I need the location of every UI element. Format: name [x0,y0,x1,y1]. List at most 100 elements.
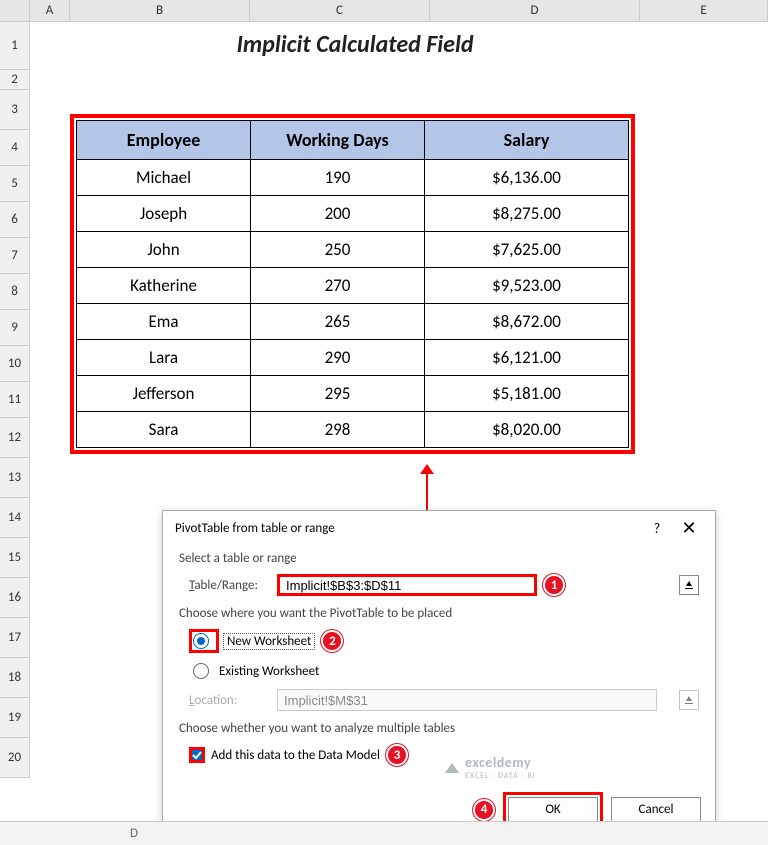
row-header-6[interactable]: 6 [0,202,30,238]
header-working-days[interactable]: Working Days [251,121,425,160]
collapse-dialog-icon [683,694,695,706]
page-title: Implicit Calculated Field [70,30,640,59]
row-header-9[interactable]: 9 [0,310,30,346]
annotation-badge-3: 3 [386,744,408,766]
header-employee[interactable]: Employee [77,121,251,160]
table-range-label: Table/Range: [189,578,277,593]
row-header-2[interactable]: 2 [0,70,30,90]
cell[interactable]: 190 [251,160,425,196]
row-header-17[interactable]: 17 [0,618,30,658]
cell[interactable]: Lara [77,340,251,376]
pivottable-dialog: PivotTable from table or range ? ✕ Selec… [162,510,716,840]
col-header-B[interactable]: B [70,0,250,21]
cell[interactable]: $8,020.00 [425,412,629,448]
row-header-13[interactable]: 13 [0,458,30,498]
row-header-11[interactable]: 11 [0,382,30,418]
col-header-C[interactable]: C [250,0,430,21]
sheet-tab[interactable]: D [130,826,138,841]
location-picker-button [679,690,699,710]
cell[interactable]: $8,672.00 [425,304,629,340]
col-header-D[interactable]: D [430,0,640,21]
table-row[interactable]: Sara298$8,020.00 [77,412,629,448]
spreadsheet-area[interactable]: Implicit Calculated Field Employee Worki… [30,22,768,778]
radio-existing-worksheet-label: Existing Worksheet [219,664,319,679]
section-select-range: Select a table or range [179,551,699,566]
cell[interactable]: Michael [77,160,251,196]
table-row[interactable]: Joseph200$8,275.00 [77,196,629,232]
row-header-5[interactable]: 5 [0,166,30,202]
cell[interactable]: John [77,232,251,268]
ok-button[interactable]: OK [508,797,598,822]
row-header-12[interactable]: 12 [0,418,30,458]
row-header-18[interactable]: 18 [0,658,30,698]
cell[interactable]: Joseph [77,196,251,232]
column-headers: A B C D E [0,0,768,22]
watermark: exceldemyEXCEL · DATA · BI [443,754,536,781]
radio-existing-worksheet[interactable]: Existing Worksheet [189,659,699,683]
cell[interactable]: 298 [251,412,425,448]
row-header-1[interactable]: 1 [0,22,30,70]
help-button[interactable]: ? [643,520,671,537]
cell[interactable]: Ema [77,304,251,340]
row-header-4[interactable]: 4 [0,130,30,166]
annotation-badge-2: 2 [321,630,343,652]
watermark-icon [443,759,461,777]
row-header-3[interactable]: 3 [0,90,30,130]
table-row[interactable]: Michael190$6,136.00 [77,160,629,196]
cell[interactable]: 270 [251,268,425,304]
cell[interactable]: 200 [251,196,425,232]
location-input [277,689,657,711]
row-header-15[interactable]: 15 [0,538,30,578]
row-header-7[interactable]: 7 [0,238,30,274]
close-button[interactable]: ✕ [671,517,707,539]
cell[interactable]: $5,181.00 [425,376,629,412]
cell[interactable]: 290 [251,340,425,376]
row-header-10[interactable]: 10 [0,346,30,382]
table-range-input[interactable] [277,574,537,596]
row-header-20[interactable]: 20 [0,738,30,778]
location-label: Location: [189,693,277,708]
sheet-tab-bar[interactable]: D [0,821,768,845]
table-row[interactable]: Jefferson295$5,181.00 [77,376,629,412]
range-picker-button[interactable] [679,575,699,595]
radio-new-worksheet[interactable]: New Worksheet 2 [189,629,699,653]
annotation-arrow-head [420,464,434,474]
checkbox-data-model-label: Add this data to the Data Model [211,748,380,763]
table-row[interactable]: John250$7,625.00 [77,232,629,268]
cell[interactable]: 295 [251,376,425,412]
table-row[interactable]: Lara290$6,121.00 [77,340,629,376]
checkbox-icon [189,747,205,763]
row-headers: 1 2 3 4 5 6 7 8 9 10 11 12 13 14 15 16 1… [0,22,30,778]
row-header-14[interactable]: 14 [0,498,30,538]
cell[interactable]: 250 [251,232,425,268]
annotation-badge-4: 4 [473,799,495,821]
cell[interactable]: 265 [251,304,425,340]
row-header-8[interactable]: 8 [0,274,30,310]
row-header-16[interactable]: 16 [0,578,30,618]
table-row[interactable]: Ema265$8,672.00 [77,304,629,340]
cell[interactable]: $8,275.00 [425,196,629,232]
annotation-badge-1: 1 [543,574,565,596]
table-header-row: Employee Working Days Salary [77,121,629,160]
cell[interactable]: $7,625.00 [425,232,629,268]
cell[interactable]: Sara [77,412,251,448]
cell[interactable]: $9,523.00 [425,268,629,304]
col-header-A[interactable]: A [30,0,70,21]
row-header-19[interactable]: 19 [0,698,30,738]
employee-table: Employee Working Days Salary Michael190$… [76,120,629,448]
dialog-titlebar[interactable]: PivotTable from table or range ? ✕ [163,511,715,545]
cell[interactable]: Jefferson [77,376,251,412]
data-selection-highlight: Employee Working Days Salary Michael190$… [70,114,635,454]
table-row[interactable]: Katherine270$9,523.00 [77,268,629,304]
section-placement: Choose where you want the PivotTable to … [179,606,699,621]
col-header-E[interactable]: E [640,0,768,21]
cell[interactable]: Katherine [77,268,251,304]
cell[interactable]: $6,121.00 [425,340,629,376]
dialog-title-text: PivotTable from table or range [175,521,643,536]
header-salary[interactable]: Salary [425,121,629,160]
select-all-corner[interactable] [0,0,30,21]
cell[interactable]: $6,136.00 [425,160,629,196]
section-multiple-tables: Choose whether you want to analyze multi… [179,721,699,736]
cancel-button[interactable]: Cancel [611,797,701,822]
collapse-dialog-icon [683,579,695,591]
